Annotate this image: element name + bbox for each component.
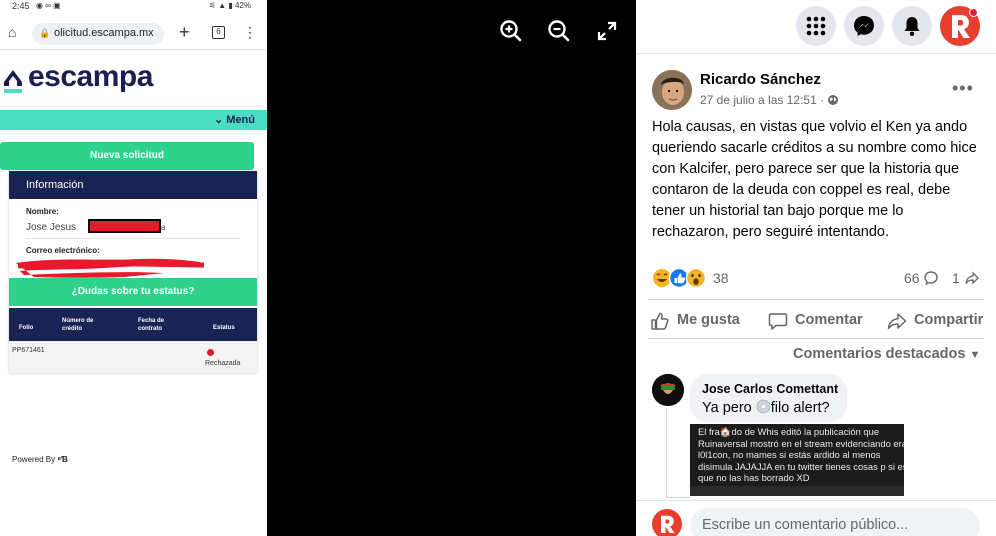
divider	[26, 238, 241, 239]
col-status: Estatus	[213, 325, 235, 331]
browser-menu-icon[interactable]: ⋮	[243, 24, 257, 41]
composer-avatar[interactable]	[652, 509, 682, 536]
caret-down-icon: ▼	[969, 349, 981, 361]
menu-grid-button[interactable]	[796, 6, 836, 46]
menu-button[interactable]: ⌄ Menú	[214, 113, 255, 126]
brand-name: escampa	[28, 60, 153, 93]
info-title: Información	[26, 179, 84, 191]
new-request-button[interactable]: Nueva solicitud	[0, 142, 254, 170]
comment-bubble-icon	[924, 271, 939, 286]
redacted-email-scribble	[16, 258, 205, 278]
like-label: Me gusta	[677, 312, 740, 328]
brand-r-logo	[661, 515, 675, 533]
table-header: Folio Número de crédito Fecha de contrat…	[9, 308, 257, 341]
post-text: Hola causas, en vistas que volvio el Ken…	[652, 119, 977, 240]
featured-comments-dropdown[interactable]: Comentarios destacados ▼	[793, 346, 980, 362]
globe-icon	[828, 95, 839, 105]
name-suffix: a	[161, 223, 166, 232]
grid-icon	[806, 16, 826, 36]
author-avatar[interactable]	[652, 70, 692, 110]
post-options-icon[interactable]: •••	[952, 78, 974, 99]
comment-screenshot-image[interactable]: El fra🏠do de Whis editó la publicación q…	[690, 424, 904, 496]
status-icons: ◉ ∞ ▣	[36, 1, 61, 10]
col-credit-number: Número de crédito	[62, 318, 94, 332]
powered-by: Powered By ⁸Ɓ	[12, 455, 68, 464]
url-bar[interactable]: 🔒 olicitud.escampa.mx	[32, 23, 164, 45]
comment-image-text: El fra🏠do de Whis editó la publicación q…	[698, 426, 904, 484]
phone-screenshot: 2:45 ◉ ∞ ▣ ⚟ ▲ ▮ 42% ⌂ 🔒 olicitud.escamp…	[0, 0, 267, 536]
notification-badge	[969, 8, 978, 17]
url-text: olicitud.escampa.mx	[54, 27, 154, 39]
notifications-button[interactable]	[892, 6, 932, 46]
divider	[648, 299, 984, 300]
messenger-button[interactable]	[844, 6, 884, 46]
row-status: Rechazada	[205, 360, 241, 367]
powered-by-logo: ⁸Ɓ	[57, 455, 68, 464]
comment-count[interactable]: 66	[904, 270, 939, 286]
menu-bar: ⌄ Menú	[0, 110, 267, 130]
comment-bubble: Jose Carlos Comettant Ya pero filo alert…	[690, 374, 847, 422]
commenter-photo	[652, 374, 684, 406]
comment-input[interactable]: Escribe un comentario público...	[690, 508, 980, 536]
comment-composer: Escribe un comentario público...	[636, 500, 996, 536]
comment-author[interactable]: Jose Carlos Comettant	[702, 382, 838, 396]
divider	[648, 338, 984, 339]
share-arrow-icon	[887, 313, 907, 330]
home-icon[interactable]: ⌂	[8, 25, 22, 39]
tabs-count-button[interactable]: 6	[212, 26, 225, 39]
bell-icon	[904, 17, 920, 36]
lock-icon: 🔒	[39, 28, 51, 38]
status-dot	[207, 349, 214, 356]
reaction-count[interactable]: 38	[713, 270, 729, 286]
redacted-surname	[88, 219, 161, 233]
phone-status-bar: 2:45 ◉ ∞ ▣ ⚟ ▲ ▮ 42%	[0, 0, 267, 14]
info-card: Información Nombre: Jose Jesus a Correo …	[9, 171, 257, 373]
name-label: Nombre:	[26, 207, 59, 216]
thread-line-branch	[666, 497, 690, 498]
table-row[interactable]: PP671461 Rechazada	[9, 341, 257, 373]
status-help-button[interactable]: ¿Dudas sobre tu estatus?	[9, 278, 257, 306]
browser-toolbar: ⌂ 🔒 olicitud.escampa.mx + 6 ⋮	[0, 18, 267, 50]
escampa-logo-mark	[4, 70, 22, 93]
reaction-icons[interactable]	[652, 267, 710, 289]
cd-disc-icon	[756, 399, 771, 414]
image-bottom-bar	[690, 486, 904, 496]
new-tab-icon[interactable]: +	[179, 22, 190, 43]
thumbs-up-icon	[651, 312, 669, 330]
status-time: 2:45	[12, 1, 30, 11]
zoom-out-icon[interactable]	[546, 18, 572, 44]
thread-line	[666, 408, 667, 498]
photo-viewer	[267, 0, 636, 536]
post-panel: Ricardo Sánchez 27 de julio a las 12:51 …	[636, 0, 996, 536]
name-value: Jose Jesus	[26, 222, 77, 233]
comment-input-placeholder: Escribe un comentario público...	[702, 517, 909, 533]
post-date[interactable]: 27 de julio a las 12:51 ·	[700, 93, 839, 107]
top-navigation	[636, 0, 996, 54]
status-battery: ⚟ ▲ ▮ 42%	[208, 1, 251, 10]
comment-label: Comentar	[795, 312, 863, 328]
fullscreen-icon[interactable]	[594, 18, 620, 44]
comment-icon	[768, 313, 788, 330]
share-count[interactable]: 1	[952, 270, 980, 286]
col-contract-date: Fecha de contrato	[138, 318, 165, 332]
row-folio: PP671461	[12, 347, 45, 354]
post-author[interactable]: Ricardo Sánchez	[700, 71, 821, 88]
info-card-header: Información	[9, 171, 257, 199]
commenter-avatar[interactable]	[652, 374, 684, 406]
share-label: Compartir	[914, 312, 984, 328]
col-folio: Folio	[19, 325, 34, 331]
zoom-in-icon[interactable]	[498, 18, 524, 44]
messenger-icon	[854, 16, 874, 36]
comment-text: Ya pero filo alert?	[702, 399, 830, 416]
author-photo	[652, 70, 692, 110]
share-icon	[965, 271, 979, 285]
